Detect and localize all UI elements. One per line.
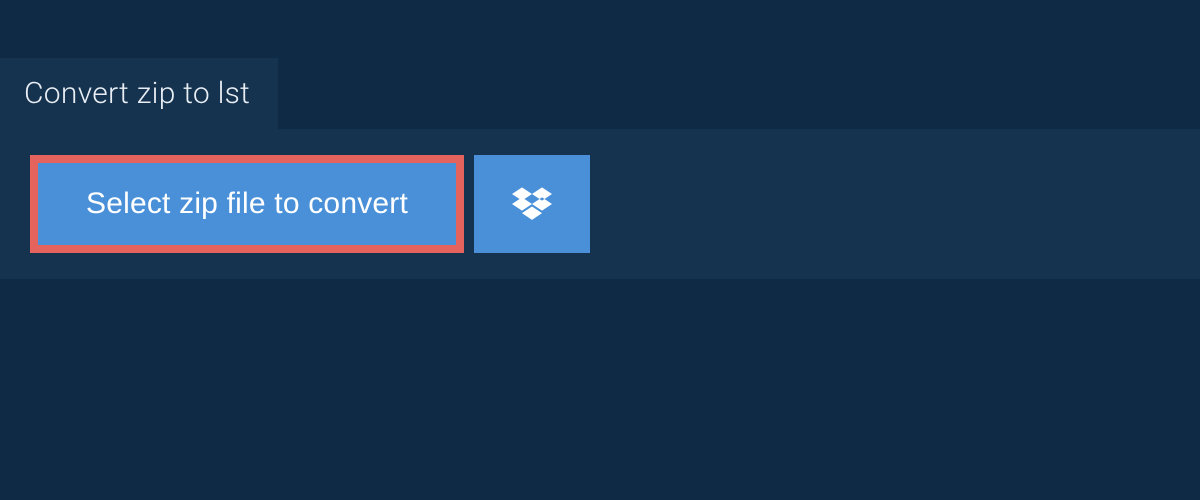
dropbox-button[interactable] [474, 155, 590, 253]
tab-header[interactable]: Convert zip to lst [0, 58, 278, 129]
main-panel: Select zip file to convert [0, 129, 1200, 279]
select-file-label: Select zip file to convert [86, 187, 408, 221]
button-row: Select zip file to convert [30, 155, 1170, 253]
select-file-button[interactable]: Select zip file to convert [30, 155, 464, 253]
dropbox-icon [512, 184, 552, 224]
tab-title: Convert zip to lst [24, 76, 250, 111]
